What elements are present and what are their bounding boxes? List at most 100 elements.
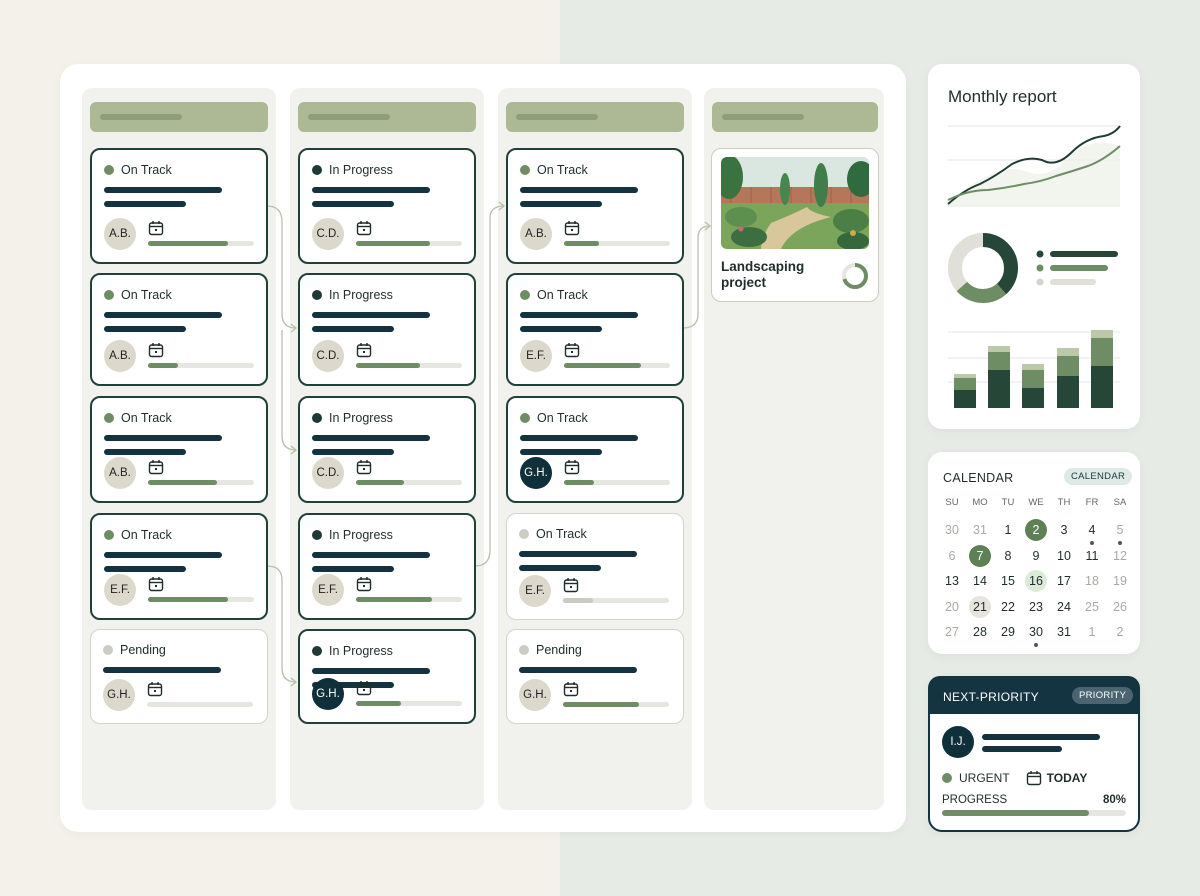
priority-badge[interactable]: PRIORITY (1072, 687, 1134, 704)
status-dot (520, 290, 530, 300)
task-card[interactable]: Pending G.H. (90, 629, 268, 724)
next-priority-panel[interactable]: NEXT-PRIORITY PRIORITY I.J. URGENT TODAY… (928, 676, 1140, 832)
status-dot (312, 165, 322, 175)
calendar-day[interactable]: 30 (938, 519, 966, 544)
status-label: In Progress (312, 411, 393, 425)
task-card[interactable]: On Track G.H. (506, 396, 684, 503)
calendar-day[interactable]: 31 (966, 519, 994, 544)
calendar-day[interactable]: 4 (1078, 519, 1106, 546)
avatar[interactable]: E.F. (520, 340, 552, 372)
calendar-badge[interactable]: CALENDAR (1064, 468, 1133, 485)
status-label: On Track (520, 411, 588, 425)
status-label: On Track (104, 288, 172, 302)
calendar-icon[interactable] (356, 680, 372, 696)
avatar[interactable]: E.F. (312, 574, 344, 606)
calendar-icon[interactable] (356, 576, 372, 592)
calendar-day[interactable]: 14 (966, 570, 994, 595)
task-card[interactable]: In Progress C.D. (298, 396, 476, 503)
assignee-avatar[interactable]: I.J. (942, 726, 974, 758)
avatar[interactable]: G.H. (312, 678, 344, 710)
calendar-day[interactable]: 15 (994, 570, 1022, 595)
calendar-day[interactable]: 31 (1050, 621, 1078, 646)
calendar-day[interactable]: 23 (1022, 596, 1050, 621)
calendar-icon[interactable] (356, 342, 372, 358)
task-card[interactable]: On Track E.F. (90, 513, 268, 620)
column-2-header[interactable] (298, 102, 476, 132)
calendar-day[interactable]: 22 (994, 596, 1022, 621)
calendar-day[interactable]: 7 (966, 544, 994, 570)
column-4-header[interactable] (712, 102, 878, 132)
avatar[interactable]: C.D. (312, 218, 344, 250)
calendar-day[interactable]: 27 (938, 621, 966, 646)
calendar-day[interactable]: 24 (1050, 596, 1078, 621)
task-card[interactable]: On Track E.F. (506, 273, 684, 386)
calendar-day[interactable]: 30 (1022, 621, 1050, 647)
column-1-header[interactable] (90, 102, 268, 132)
calendar-day[interactable]: 8 (994, 545, 1022, 570)
calendar-day[interactable]: 5 (1106, 519, 1134, 546)
calendar-day[interactable]: 20 (938, 596, 966, 621)
calendar-day[interactable]: 13 (938, 570, 966, 595)
column-3-header[interactable] (506, 102, 684, 132)
task-card[interactable]: On Track A.B. (90, 148, 268, 264)
due-label: TODAY (1046, 771, 1088, 785)
calendar-icon[interactable] (563, 681, 579, 697)
calendar-day[interactable]: 26 (1106, 596, 1134, 621)
calendar-day[interactable]: 3 (1050, 519, 1078, 544)
calendar-icon[interactable] (563, 577, 579, 593)
avatar[interactable]: E.F. (519, 575, 551, 607)
calendar-day[interactable]: 29 (994, 621, 1022, 646)
avatar[interactable]: A.B. (520, 218, 552, 250)
landscaping-project-card[interactable]: Landscaping project (711, 148, 879, 302)
calendar-icon[interactable] (148, 220, 164, 236)
avatar[interactable]: C.D. (312, 340, 344, 372)
task-card[interactable]: In Progress G.H. (298, 629, 476, 724)
calendar-icon[interactable] (356, 220, 372, 236)
calendar-day[interactable]: 28 (966, 621, 994, 646)
calendar-day[interactable]: 10 (1050, 545, 1078, 570)
calendar-icon[interactable] (564, 342, 580, 358)
calendar-day[interactable]: 6 (938, 545, 966, 570)
avatar[interactable]: G.H. (103, 679, 135, 711)
weekday-label: SU (945, 497, 959, 508)
avatar[interactable]: E.F. (104, 574, 136, 606)
avatar[interactable]: G.H. (519, 679, 551, 711)
calendar-day[interactable]: 17 (1050, 570, 1078, 595)
calendar-icon[interactable] (148, 576, 164, 592)
task-card[interactable]: In Progress C.D. (298, 148, 476, 264)
event-dot (1034, 642, 1038, 647)
calendar-icon[interactable] (148, 342, 164, 358)
task-card[interactable]: On Track A.B. (506, 148, 684, 264)
calendar-icon[interactable] (148, 459, 164, 475)
calendar-icon[interactable] (564, 220, 580, 236)
calendar-day[interactable]: 12 (1106, 545, 1134, 570)
calendar-icon[interactable] (147, 681, 163, 697)
calendar-day[interactable]: 2 (1022, 519, 1050, 544)
calendar-day[interactable]: 11 (1078, 545, 1106, 570)
calendar-icon[interactable] (564, 459, 580, 475)
calendar-day[interactable]: 18 (1078, 570, 1106, 595)
task-card[interactable]: Pending G.H. (506, 629, 684, 724)
report-donut (948, 233, 1018, 303)
avatar[interactable]: A.B. (104, 457, 136, 489)
calendar-day[interactable]: 16 (1022, 570, 1050, 595)
avatar[interactable]: A.B. (104, 340, 136, 372)
calendar-icon[interactable] (356, 459, 372, 475)
calendar-day[interactable]: 25 (1078, 596, 1106, 621)
task-progress-bar (356, 363, 462, 368)
task-card[interactable]: On Track A.B. (90, 396, 268, 503)
calendar-day[interactable]: 21 (966, 595, 994, 621)
task-card[interactable]: On Track E.F. (506, 513, 684, 620)
avatar[interactable]: A.B. (104, 218, 136, 250)
calendar-day[interactable]: 19 (1106, 570, 1134, 595)
task-card[interactable]: On Track A.B. (90, 273, 268, 386)
calendar-panel: CALENDAR CALENDAR SU MO TU WE TH FR SA 30 31 1 2 3 4… (928, 452, 1140, 654)
calendar-day[interactable]: 2 (1106, 621, 1134, 646)
avatar[interactable]: G.H. (520, 457, 552, 489)
task-card[interactable]: In Progress C.D. (298, 273, 476, 386)
calendar-day[interactable]: 1 (994, 519, 1022, 544)
avatar[interactable]: C.D. (312, 457, 344, 489)
calendar-day[interactable]: 9 (1022, 545, 1050, 570)
calendar-day[interactable]: 1 (1078, 621, 1106, 646)
task-card[interactable]: In Progress E.F. (298, 513, 476, 620)
